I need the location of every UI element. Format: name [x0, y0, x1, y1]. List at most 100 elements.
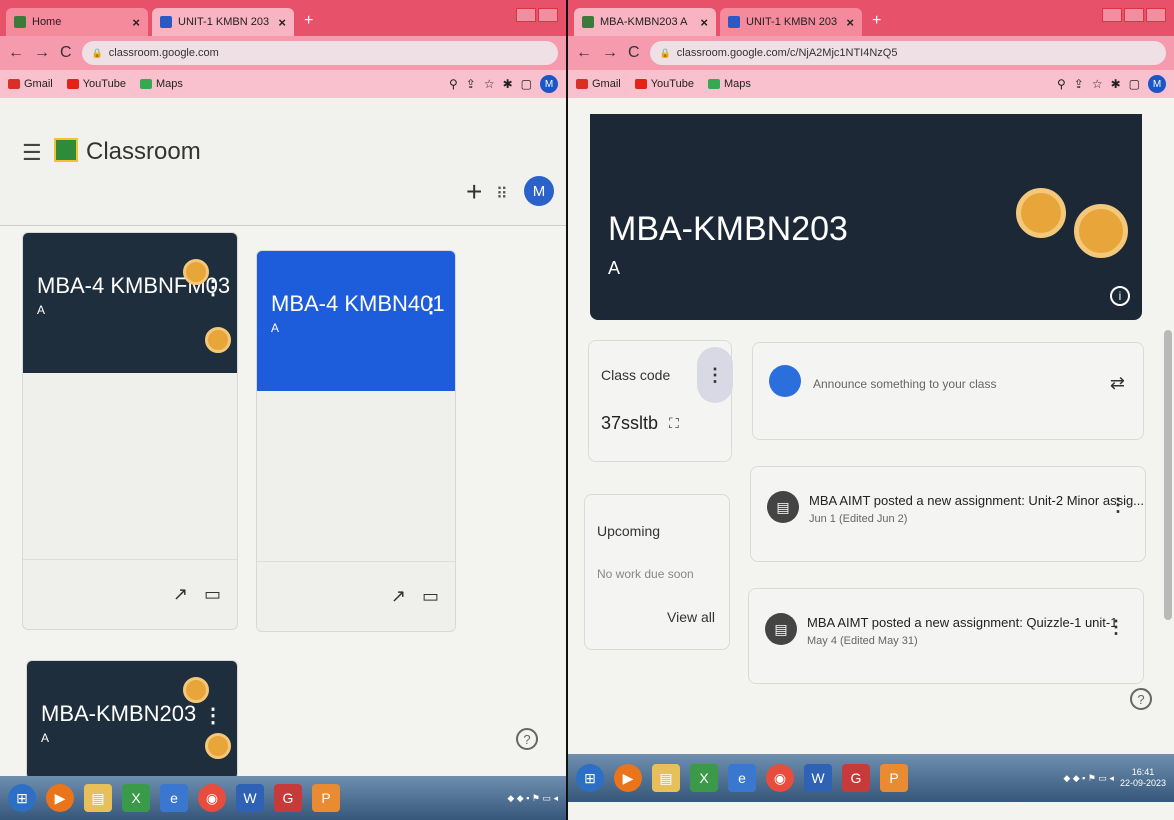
forward-icon[interactable]: → [34, 44, 50, 62]
stream-post[interactable]: ▤ MBA AIMT posted a new assignment: Quiz… [748, 588, 1144, 684]
doc-icon [160, 16, 172, 28]
tray-icons[interactable]: ◆ ◆ ▪ ⚑ ▭ ◂ [507, 793, 558, 804]
tab-home[interactable]: Home × [6, 8, 148, 36]
course-card[interactable]: MBA-KMBN203 A ⋮ [26, 660, 238, 780]
profile-avatar[interactable]: M [540, 75, 558, 93]
close-icon[interactable]: × [846, 15, 854, 30]
file-explorer-icon[interactable]: ▤ [652, 764, 680, 792]
close-window-button[interactable] [1146, 8, 1166, 22]
tab-unit-1[interactable]: UNIT-1 KMBN 203 × [720, 8, 862, 36]
bookmark-label: YouTube [650, 78, 694, 90]
close-icon[interactable]: × [278, 15, 286, 30]
new-tab-button[interactable]: + [872, 12, 881, 30]
zoom-icon[interactable]: ⚲ [449, 77, 458, 91]
trending-icon[interactable]: ↗ [391, 586, 406, 607]
add-class-button[interactable]: + [466, 176, 482, 208]
share-icon[interactable]: ⇪ [466, 77, 476, 91]
view-all-link[interactable]: View all [667, 609, 715, 625]
close-icon[interactable]: × [132, 15, 140, 30]
minimize-button[interactable] [516, 8, 536, 22]
word-icon[interactable]: W [236, 784, 264, 812]
reload-icon[interactable]: C [628, 44, 640, 62]
start-button[interactable]: ⊞ [8, 784, 36, 812]
announce-box[interactable]: Announce something to your class ⇄ [752, 342, 1144, 440]
bookmark-gmail[interactable]: Gmail [576, 78, 621, 90]
course-banner[interactable]: MBA-KMBN203 A ⋮ [27, 661, 237, 779]
extensions-icon[interactable]: ✱ [1111, 77, 1121, 91]
maximize-button[interactable] [1124, 8, 1144, 22]
sidepanel-icon[interactable]: ▢ [1129, 77, 1140, 91]
help-icon[interactable]: ? [516, 728, 538, 750]
back-icon[interactable]: ← [576, 44, 592, 62]
star-icon[interactable]: ☆ [484, 77, 495, 91]
app-icon[interactable]: G [842, 764, 870, 792]
tab-class[interactable]: MBA-KMBN203 A × [574, 8, 716, 36]
tray-icons[interactable]: ◆ ◆ ▪ ⚑ ▭ ◂ [1063, 773, 1114, 784]
media-player-icon[interactable]: ▶ [46, 784, 74, 812]
ppt-icon[interactable]: P [880, 764, 908, 792]
profile-avatar[interactable]: M [1148, 75, 1166, 93]
bookmark-youtube[interactable]: YouTube [66, 78, 126, 90]
chrome-icon[interactable]: ◉ [766, 764, 794, 792]
bookmark-youtube[interactable]: YouTube [634, 78, 694, 90]
course-banner[interactable]: MBA-4 KMBNFM03 A ⋮ [23, 233, 237, 373]
more-options-icon[interactable]: ⋮ [1109, 495, 1127, 516]
avatar[interactable]: M [524, 176, 554, 206]
excel-icon[interactable]: X [122, 784, 150, 812]
back-icon[interactable]: ← [8, 44, 24, 62]
course-card[interactable]: MBA-4 KMBNFM03 A ⋮ ↗ ▭ [22, 232, 238, 630]
media-player-icon[interactable]: ▶ [614, 764, 642, 792]
more-options-icon[interactable]: ⋮ [421, 293, 441, 318]
new-tab-button[interactable]: + [304, 12, 313, 30]
ppt-icon[interactable]: P [312, 784, 340, 812]
more-options-icon[interactable]: ⋮ [203, 703, 223, 728]
bookmark-maps[interactable]: Maps [707, 78, 751, 90]
course-name[interactable]: MBA-KMBN203 [41, 701, 196, 727]
menu-icon[interactable]: ☰ [22, 140, 42, 166]
repost-icon[interactable]: ⇄ [1110, 373, 1125, 394]
help-icon[interactable]: ? [1130, 688, 1152, 710]
stream-post[interactable]: ▤ MBA AIMT posted a new assignment: Unit… [750, 466, 1146, 562]
folder-icon[interactable]: ▭ [422, 586, 439, 607]
zoom-icon[interactable]: ⚲ [1057, 77, 1066, 91]
course-card[interactable]: MBA-4 KMBN401 A ⋮ ↗ ▭ [256, 250, 456, 632]
reload-icon[interactable]: C [60, 44, 72, 62]
folder-icon[interactable]: ▭ [204, 584, 221, 605]
more-options-icon[interactable]: ⋮ [697, 347, 733, 403]
forward-icon[interactable]: → [602, 44, 618, 62]
excel-icon[interactable]: X [690, 764, 718, 792]
clock[interactable]: 16:41 22-09-2023 [1120, 767, 1166, 789]
trending-icon[interactable]: ↗ [173, 584, 188, 605]
course-banner[interactable]: MBA-4 KMBN401 A ⋮ [257, 251, 455, 391]
url-field[interactable]: 🔒 classroom.google.com/c/NjA2Mjc1NTI4NzQ… [649, 41, 1166, 65]
tab-unit-1[interactable]: UNIT-1 KMBN 203 × [152, 8, 294, 36]
bookmark-gmail[interactable]: Gmail [8, 78, 53, 90]
info-icon[interactable]: i [1110, 286, 1130, 306]
course-name[interactable]: MBA-4 KMBN401 [271, 291, 445, 317]
sidepanel-icon[interactable]: ▢ [521, 77, 532, 91]
minimize-button[interactable] [1102, 8, 1122, 22]
post-title[interactable]: MBA AIMT posted a new assignment: Quizzl… [807, 615, 1117, 630]
apps-grid-icon[interactable]: ⠿ [496, 184, 508, 204]
extensions-icon[interactable]: ✱ [503, 77, 513, 91]
classroom-logo[interactable] [54, 138, 78, 162]
more-options-icon[interactable]: ⋮ [1107, 617, 1125, 638]
share-icon[interactable]: ⇪ [1074, 77, 1084, 91]
close-icon[interactable]: × [700, 15, 708, 30]
coin-illustration [1074, 204, 1128, 258]
url-field[interactable]: 🔒 classroom.google.com [81, 41, 558, 65]
star-icon[interactable]: ☆ [1092, 77, 1103, 91]
app-icon[interactable]: G [274, 784, 302, 812]
post-title[interactable]: MBA AIMT posted a new assignment: Unit-2… [809, 493, 1144, 508]
start-button[interactable]: ⊞ [576, 764, 604, 792]
ie-icon[interactable]: e [160, 784, 188, 812]
bookmark-maps[interactable]: Maps [139, 78, 183, 90]
maximize-button[interactable] [538, 8, 558, 22]
word-icon[interactable]: W [804, 764, 832, 792]
announce-input[interactable]: Announce something to your class [813, 377, 996, 391]
fullscreen-icon[interactable]: ⛶ [669, 415, 679, 432]
file-explorer-icon[interactable]: ▤ [84, 784, 112, 812]
chrome-icon[interactable]: ◉ [198, 784, 226, 812]
scrollbar[interactable] [1164, 330, 1172, 620]
ie-icon[interactable]: e [728, 764, 756, 792]
